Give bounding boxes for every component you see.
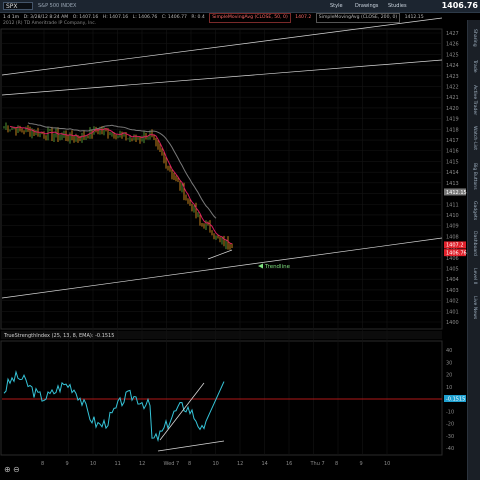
time-tick-label: 12 xyxy=(139,461,145,467)
tsi-tick-label: -30 xyxy=(446,434,454,440)
price-tick-label: 1425 xyxy=(446,52,459,58)
price-tick-label: 1419 xyxy=(446,117,459,123)
time-tick-label: Wed 7 xyxy=(164,461,180,467)
trendline-arrow-icon xyxy=(258,263,263,269)
sidebar-item-watch-list[interactable]: Watch-List xyxy=(469,122,480,154)
price-tick-label: 1409 xyxy=(446,224,459,230)
time-tick-label: 10 xyxy=(213,461,219,467)
price-tick-label: 1420 xyxy=(446,106,459,112)
price-tick-label: 1402 xyxy=(446,299,459,305)
price-tick-label: 1424 xyxy=(446,63,459,69)
right-sidebar: Sharing Trade Active Trader Watch-List B… xyxy=(467,20,480,480)
price-axis: 1427 1426 1425 1424 1423 1422 1421 1420 1419 1418… xyxy=(446,31,459,326)
trendline-label[interactable]: Trendline xyxy=(264,264,291,270)
sidebar-item-gadgets[interactable]: Gadgets xyxy=(469,198,480,224)
price-tick-label: 1422 xyxy=(446,85,459,91)
sidebar-item-active-trader[interactable]: Active Trader xyxy=(469,80,480,120)
tsi-tick-label: 40 xyxy=(446,348,452,354)
tsi-tick-label: -40 xyxy=(446,446,454,452)
upper-pane-frame xyxy=(0,28,443,330)
trendline[interactable] xyxy=(1,17,443,76)
sidebar-item-trade[interactable]: Trade xyxy=(469,54,480,78)
sidebar-item-live-news[interactable]: Live News xyxy=(469,292,480,324)
tsi-value-text: -0.1515 xyxy=(446,397,465,403)
time-tick-label: 8 xyxy=(41,461,44,467)
tsi-tick-label: 10 xyxy=(446,385,452,391)
tsi-tick-label: 20 xyxy=(446,373,452,379)
price-tick-label: 1404 xyxy=(446,277,459,283)
time-tick-label: 10 xyxy=(384,461,390,467)
price-tick-label: 1405 xyxy=(446,266,459,272)
price-badges: 1412.15 1407.21406.76 xyxy=(444,188,467,256)
price-tick-label: 1427 xyxy=(446,31,459,37)
price-tick-label: 1400 xyxy=(446,320,459,326)
candlestick-series xyxy=(3,122,233,250)
time-tick-label: 14 xyxy=(262,461,268,467)
price-tick-label: 1411 xyxy=(446,202,459,208)
price-tick-label: 1418 xyxy=(446,127,459,133)
price-tick-label: 1423 xyxy=(446,74,459,80)
lower-pane-frame xyxy=(0,340,443,456)
price-tick-label: 1408 xyxy=(446,234,459,240)
time-tick-label: 9 xyxy=(66,461,69,467)
price-badge-text: 1412.15 xyxy=(446,190,467,196)
price-tick-label: 1421 xyxy=(446,95,459,101)
sidebar-item-sharing[interactable]: Sharing xyxy=(469,24,480,52)
price-tick-label: 1426 xyxy=(446,42,459,48)
tsi-tick-label: -10 xyxy=(446,409,454,415)
price-tick-label: 1414 xyxy=(446,170,459,176)
sidebar-item-level-ii[interactable]: Level II xyxy=(469,262,480,290)
price-tick-label: 1403 xyxy=(446,288,459,294)
time-tick-label: 8 xyxy=(335,461,338,467)
price-tick-label: 1413 xyxy=(446,181,459,187)
price-tick-label: 1416 xyxy=(446,149,459,155)
zoom-in-icon[interactable]: ⊕ xyxy=(4,465,11,474)
time-axis: 8 9 10 11 12 Wed 7 8 10 12 14 16 Thu 7 8 9 10 xyxy=(41,461,390,467)
time-tick-label: 10 xyxy=(90,461,96,467)
sma-50-line xyxy=(9,125,233,245)
price-tick-label: 1401 xyxy=(446,309,459,315)
sidebar-item-dashboard[interactable]: Dashboard xyxy=(469,226,480,260)
time-tick-label: 16 xyxy=(286,461,292,467)
price-badge-text: 1406.76 xyxy=(446,250,467,256)
time-tick-label: 8 xyxy=(188,461,191,467)
price-tick-label: 1410 xyxy=(446,213,459,219)
trendline-group[interactable] xyxy=(1,17,443,299)
tsi-tick-label: -20 xyxy=(446,422,454,428)
time-tick-label: 9 xyxy=(360,461,363,467)
zoom-out-icon[interactable]: ⊖ xyxy=(13,465,20,474)
price-tick-label: 1415 xyxy=(446,159,459,165)
time-tick-label: 11 xyxy=(115,461,121,467)
price-chart[interactable]: 1427142614251424142314221421142014191418… xyxy=(0,0,480,480)
price-tick-label: 1406 xyxy=(446,256,459,262)
price-badge-text: 1407.2 xyxy=(446,243,464,249)
price-tick-label: 1417 xyxy=(446,138,459,144)
time-tick-label: Thu 7 xyxy=(310,461,325,467)
time-tick-label: 12 xyxy=(237,461,243,467)
sidebar-item-big-buttons[interactable]: Big Buttons xyxy=(469,156,480,196)
tsi-study-title[interactable]: TrueStrengthIndex (25, 13, 8, EMA): -0.1… xyxy=(3,333,114,339)
tsi-tick-label: 30 xyxy=(446,360,452,366)
